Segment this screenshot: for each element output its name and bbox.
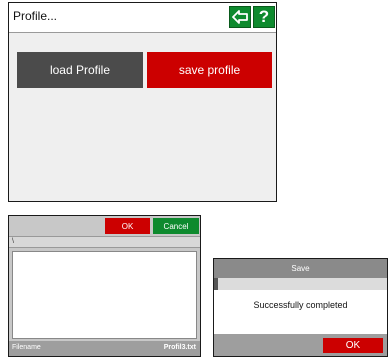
file-dialog-toolbar: OK Cancel [9, 216, 200, 236]
save-dialog: Save Successfully completed OK [213, 258, 388, 357]
profile-window: Profile... ? load Profile save profile [8, 2, 277, 202]
filename-bar: Filename Profil3.txt [9, 341, 200, 356]
save-dialog-band [214, 278, 387, 290]
ok-button[interactable]: OK [105, 218, 150, 234]
save-dialog-footer: OK [214, 334, 387, 356]
load-profile-button[interactable]: load Profile [17, 52, 143, 88]
save-ok-button[interactable]: OK [323, 338, 383, 353]
file-dialog: OK Cancel \ Filename Profil3.txt [8, 215, 201, 357]
file-list[interactable] [12, 251, 197, 339]
cancel-button[interactable]: Cancel [153, 218, 199, 234]
window-title: Profile... [13, 9, 58, 23]
back-button[interactable] [229, 6, 251, 28]
arrow-left-icon [232, 10, 248, 24]
help-button[interactable]: ? [253, 6, 275, 28]
save-message: Successfully completed [253, 300, 348, 310]
filename-label: Filename [12, 344, 41, 351]
path-bar: \ [9, 236, 200, 248]
header-divider [9, 32, 276, 33]
save-dialog-title: Save [214, 259, 387, 278]
filename-value[interactable]: Profil3.txt [164, 344, 196, 351]
profile-header: Profile... ? [9, 3, 276, 32]
save-dialog-band-edge [214, 278, 218, 290]
save-profile-button[interactable]: save profile [147, 52, 272, 88]
